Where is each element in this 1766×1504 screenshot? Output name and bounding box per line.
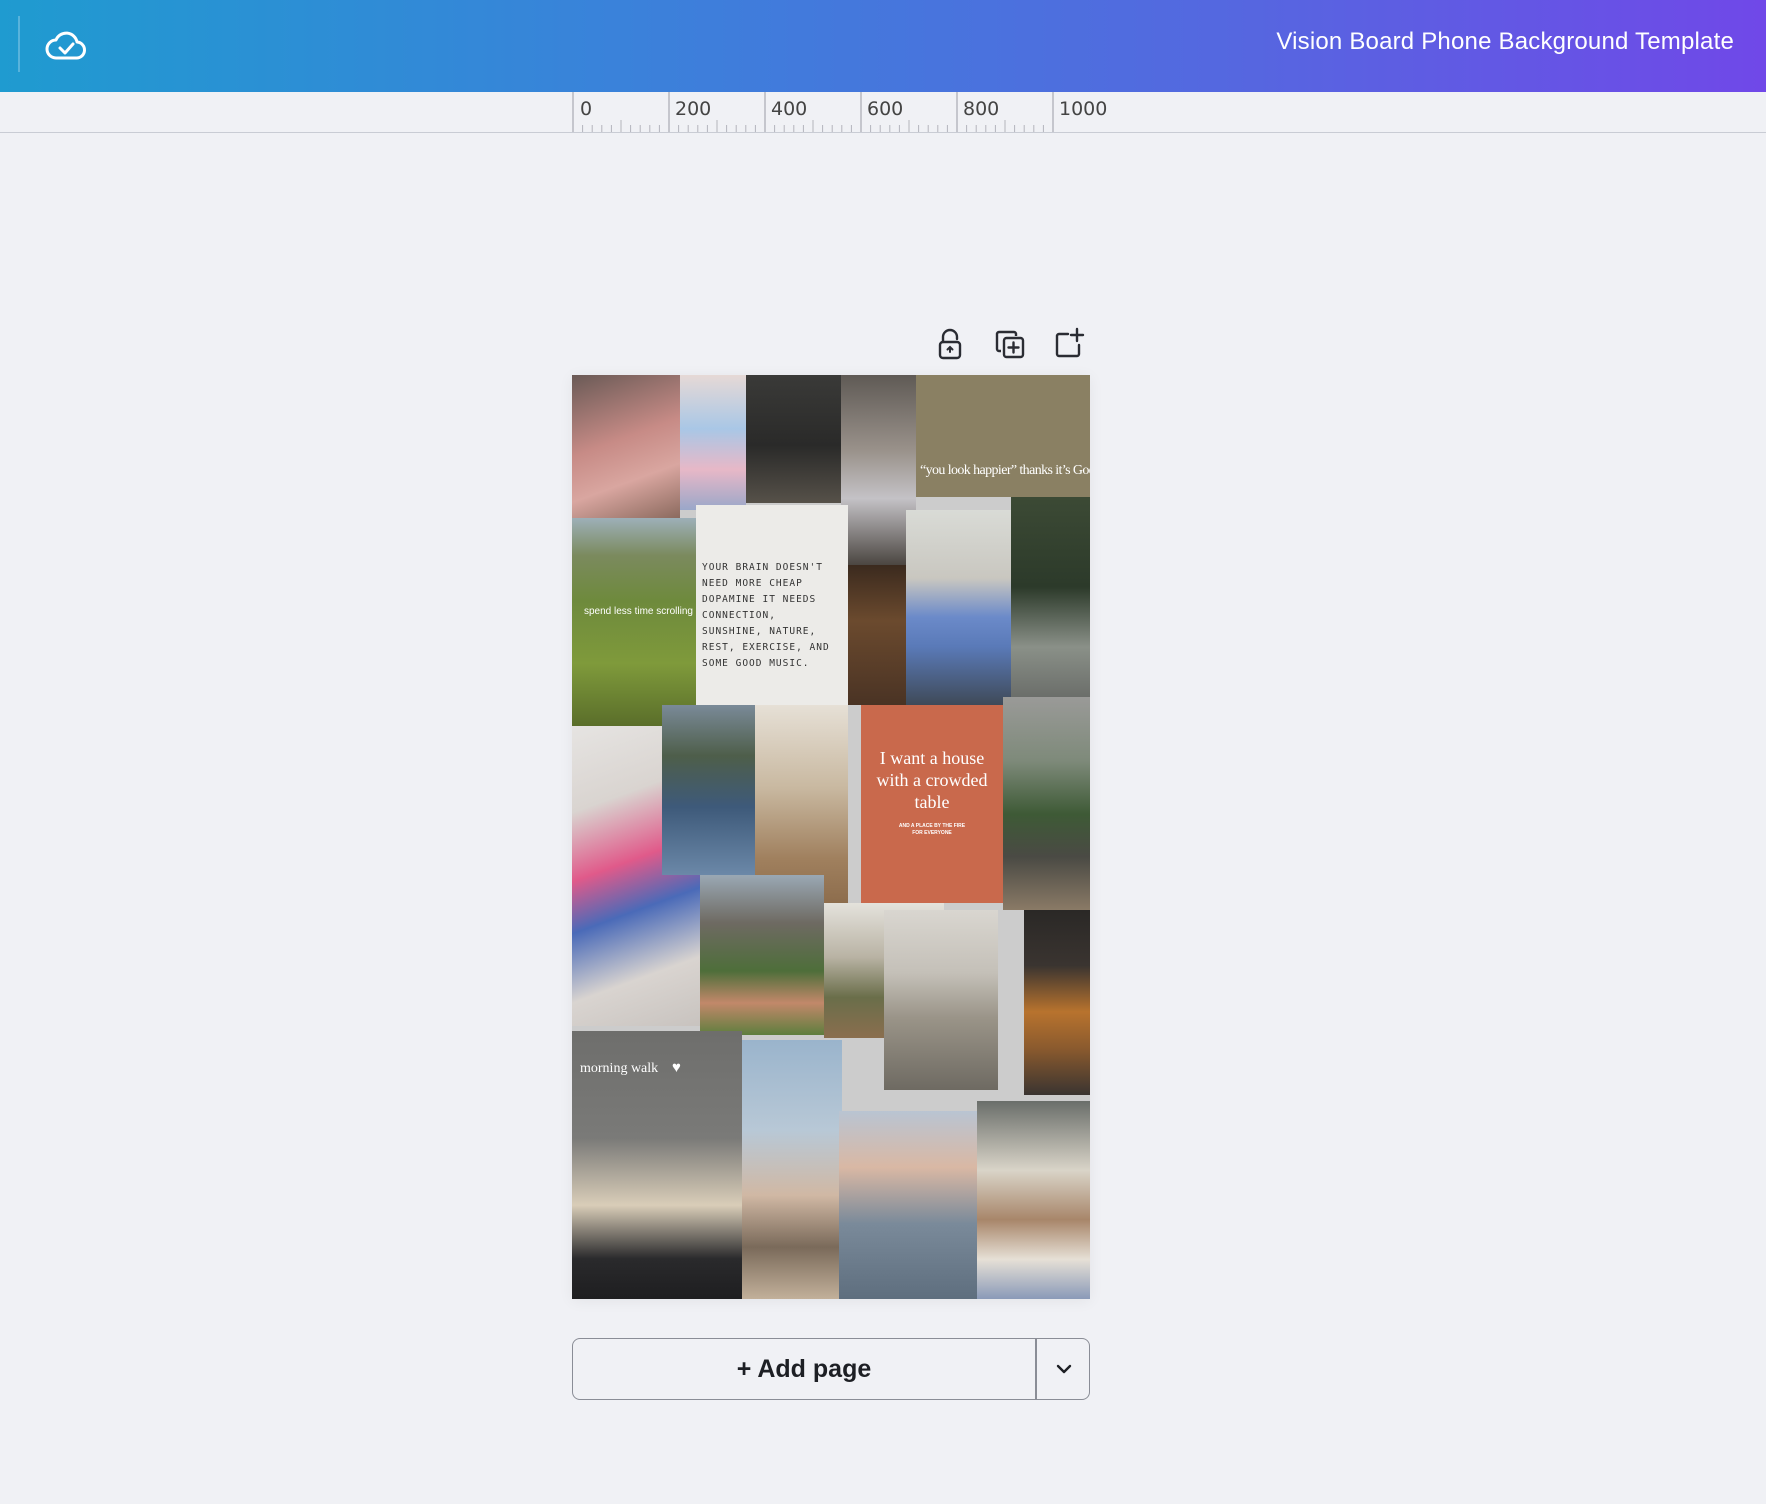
caption-text: spend less time scrolling [584,606,693,617]
photo-tile[interactable] [906,510,1011,705]
photo-tile[interactable] [839,1111,977,1299]
photo-tile[interactable] [1003,697,1090,910]
note-text: YOUR BRAIN DOESN'T NEED MORE CHEAP DOPAM… [702,562,830,669]
heart-icon: ♥ [672,1059,681,1076]
caption-text: morning walk [580,1061,659,1076]
add-page-icon[interactable] [1051,326,1087,362]
photo-tile[interactable] [1011,497,1090,697]
quote-tile-house[interactable]: I want a house with a crowded table AND … [861,705,1003,903]
ruler-label: 200 [675,98,712,120]
ruler-label: 800 [963,98,1000,120]
add-page-button[interactable]: + Add page [573,1339,1035,1399]
photo-tile-scrolling[interactable]: spend less time scrolling [572,518,696,726]
photo-tile[interactable] [746,375,841,503]
toolbar-divider [18,16,20,72]
duplicate-page-icon[interactable] [992,326,1028,362]
ruler-label: 400 [771,98,808,120]
quote-tile-god[interactable]: “you look happier” thanks it’s God [916,375,1090,497]
photo-tile[interactable] [742,1040,842,1299]
photo-tile-walk[interactable]: morning walk ♥ [572,1031,742,1299]
photo-tile[interactable] [680,375,746,510]
photo-tile[interactable] [841,375,916,565]
ruler-label: 1000 [1059,98,1108,120]
photo-tile[interactable] [572,375,680,518]
design-page-canvas[interactable]: “you look happier” thanks it’s God spend… [572,375,1090,1299]
unlock-icon[interactable] [932,326,968,362]
document-title[interactable]: Vision Board Phone Background Template [1276,28,1734,56]
top-toolbar: Vision Board Phone Background Template [0,0,1766,92]
quote-sub-text: AND A PLACE BY THE FIRE FOR EVERYONE [898,823,966,836]
handwritten-note-tile[interactable]: YOUR BRAIN DOESN'T NEED MORE CHEAP DOPAM… [696,505,848,705]
chevron-down-icon[interactable] [1037,1339,1091,1399]
ruler-label: 0 [580,98,593,120]
photo-tile[interactable] [884,910,998,1090]
photo-tile[interactable] [700,875,824,1035]
quote-text: “you look happier” thanks it’s God [920,463,1090,478]
cloud-check-icon[interactable] [44,26,88,66]
quote-main-text: I want a house with a crowded table [876,748,988,812]
photo-tile[interactable] [977,1101,1090,1299]
photo-tile[interactable] [1024,910,1090,1095]
ruler-label: 600 [867,98,904,120]
horizontal-ruler: 0 200 400 600 800 1000 [0,92,1766,133]
add-page-control: + Add page [572,1338,1090,1400]
page-actions [932,326,1092,366]
